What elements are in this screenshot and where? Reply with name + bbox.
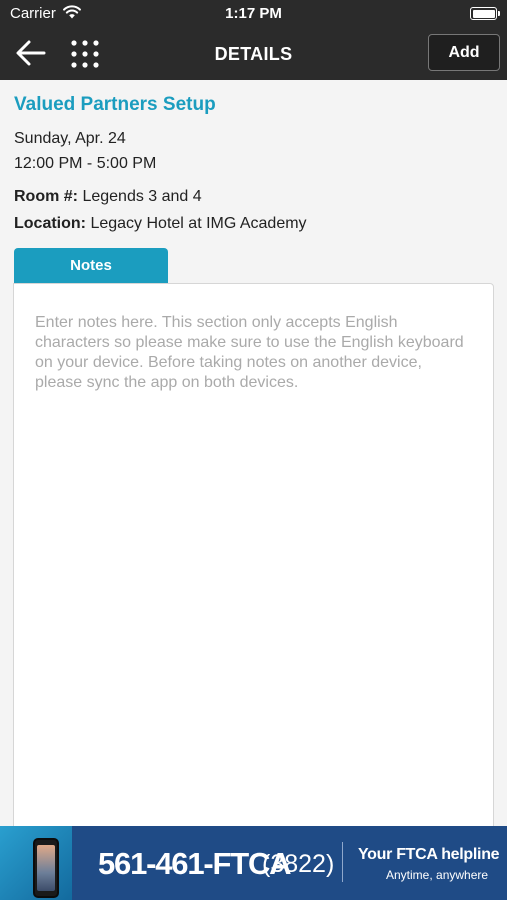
battery-icon xyxy=(470,7,500,20)
clock-time: 1:17 PM xyxy=(225,5,282,22)
add-button[interactable]: Add xyxy=(428,34,500,71)
notes-panel xyxy=(13,283,494,827)
nav-bar: DETAILS Add xyxy=(0,28,507,80)
room-value: Legends 3 and 4 xyxy=(82,188,202,205)
room-label: Room #: xyxy=(14,188,78,205)
helpline-banner[interactable]: 561-461-FTCA (3822) Your FTCA helpline A… xyxy=(0,826,507,900)
room-row: Room #: Legends 3 and 4 xyxy=(14,188,202,206)
event-time-range: 12:00 PM - 5:00 PM xyxy=(14,155,157,172)
location-label: Location: xyxy=(14,215,86,232)
banner-phone-extension: (3822) xyxy=(262,850,335,878)
notes-input[interactable] xyxy=(14,284,493,826)
tab-notes[interactable]: Notes xyxy=(14,248,168,283)
event-date: Sunday, Apr. 24 xyxy=(14,130,126,147)
banner-divider xyxy=(342,842,343,882)
banner-tagline: Anytime, anywhere xyxy=(386,868,489,882)
grid-menu-icon[interactable] xyxy=(70,39,100,69)
smartphone-icon xyxy=(33,838,59,898)
back-arrow-icon[interactable] xyxy=(14,38,48,68)
location-row: Location: Legacy Hotel at IMG Academy xyxy=(14,215,307,233)
banner-helpline: Your FTCA helpline xyxy=(358,846,500,863)
location-value: Legacy Hotel at IMG Academy xyxy=(90,215,307,232)
event-title: Valued Partners Setup xyxy=(14,94,216,115)
status-bar: Carrier 1:17 PM xyxy=(0,0,507,28)
